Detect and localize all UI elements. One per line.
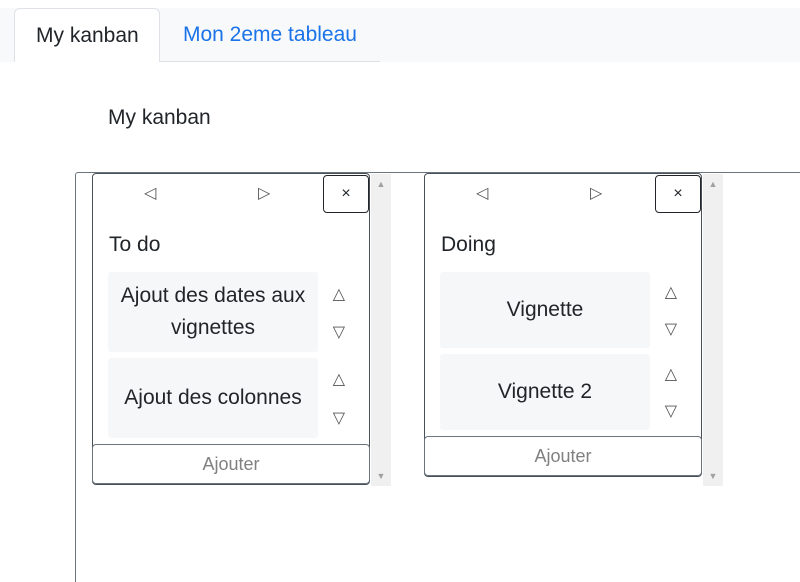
move-card-down-icon[interactable]: ▽: [665, 320, 677, 340]
move-column-right-icon[interactable]: ▷: [590, 184, 602, 204]
move-card-up-icon[interactable]: △: [333, 285, 345, 305]
card-text: Ajout des colonnes: [124, 386, 302, 409]
card-text: Ajout des dates aux vignettes: [120, 284, 306, 339]
delete-column-button[interactable]: ×: [655, 175, 701, 213]
column-title: To do: [109, 233, 161, 256]
add-card-button[interactable]: Ajouter: [424, 436, 702, 476]
move-column-right-icon[interactable]: ▷: [258, 184, 270, 204]
column-scrollbar[interactable]: ▲ ▼: [703, 174, 723, 486]
move-column-left-icon[interactable]: ◁: [144, 184, 156, 204]
move-card-down-icon[interactable]: ▽: [665, 402, 677, 422]
move-card-up-icon[interactable]: △: [665, 365, 677, 385]
scroll-up-icon[interactable]: ▲: [371, 177, 391, 191]
scroll-up-icon[interactable]: ▲: [703, 177, 723, 191]
card-text: Vignette 2: [497, 380, 593, 403]
move-card-up-icon[interactable]: △: [333, 370, 345, 390]
card[interactable]: Ajout des dates aux vignettes: [108, 272, 318, 352]
add-card-button[interactable]: Ajouter: [92, 444, 370, 484]
move-card-up-icon[interactable]: △: [665, 283, 677, 303]
column-doing: ◁ ▷ × Doing Vignette △ ▽ Vignette 2 △ ▽ …: [424, 173, 702, 477]
scroll-down-icon[interactable]: ▼: [371, 469, 391, 483]
card-text: Vignette: [506, 298, 584, 321]
tab-my-kanban[interactable]: My kanban: [14, 8, 160, 62]
column-scrollbar[interactable]: ▲ ▼: [371, 174, 391, 486]
move-card-down-icon[interactable]: ▽: [333, 323, 345, 343]
column-title: Doing: [441, 233, 496, 256]
card[interactable]: Vignette 2: [440, 354, 650, 430]
column-to-do: ◁ ▷ × To do Ajout des dates aux vignette…: [92, 173, 370, 485]
scroll-down-icon[interactable]: ▼: [703, 469, 723, 483]
move-card-down-icon[interactable]: ▽: [333, 409, 345, 429]
card[interactable]: Vignette: [440, 272, 650, 348]
delete-column-button[interactable]: ×: [323, 175, 369, 213]
tab-mon-2eme-tableau[interactable]: Mon 2eme tableau: [162, 8, 378, 62]
board-title: My kanban: [108, 106, 211, 129]
move-column-left-icon[interactable]: ◁: [476, 184, 488, 204]
card[interactable]: Ajout des colonnes: [108, 358, 318, 438]
